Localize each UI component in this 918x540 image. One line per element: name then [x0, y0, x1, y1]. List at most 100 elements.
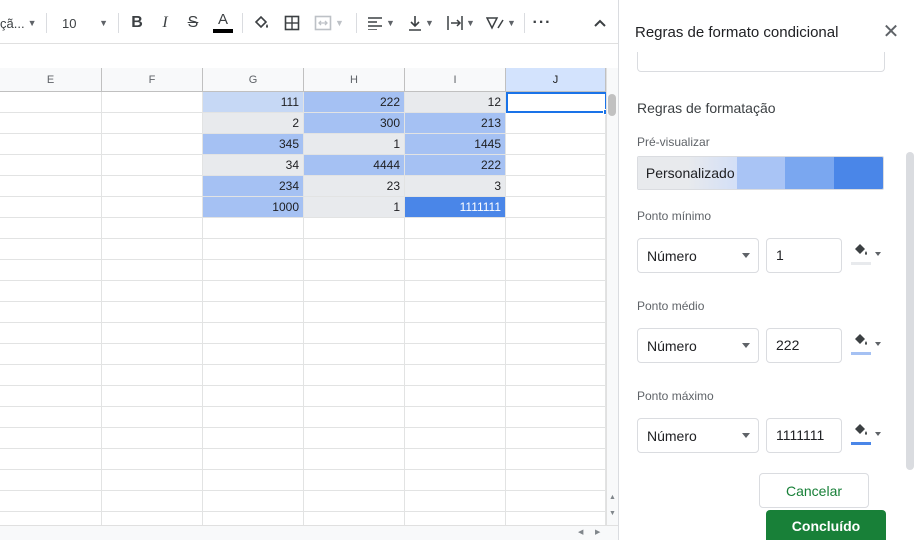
scroll-down-arrow-icon[interactable]: ▼ — [609, 510, 616, 517]
collapse-toolbar-icon[interactable] — [588, 10, 612, 36]
text-color-glyph: A — [217, 11, 228, 28]
chevron-down-icon — [742, 343, 750, 348]
panel-scrollbar[interactable] — [906, 152, 914, 470]
mid-point-type-select[interactable]: Número — [637, 328, 759, 363]
column-header-f[interactable]: F — [102, 68, 203, 92]
min-point-color-picker[interactable] — [849, 240, 885, 270]
conditional-format-panel: Regras de formato condicional ✕ Regras d… — [618, 0, 918, 540]
max-point-label: Ponto máximo — [637, 389, 714, 403]
scroll-left-arrow-icon[interactable]: ◀ — [578, 528, 583, 536]
font-family-select[interactable]: çã... ▼ — [0, 10, 40, 36]
chevron-down-icon: ▼ — [335, 18, 344, 28]
min-point-type-value: Número — [647, 247, 697, 264]
vertical-scroll-thumb[interactable] — [608, 94, 616, 116]
range-input-partial[interactable] — [637, 52, 885, 72]
app-root: çã... ▼ 10 ▼ B I S A ▼ ▼ ▼ ▼ ▼ ··· E F G… — [0, 0, 918, 540]
max-point-value-input[interactable]: 1111111 — [766, 418, 842, 453]
min-point-label: Ponto mínimo — [637, 209, 712, 223]
grid-cell[interactable]: 345 — [203, 134, 304, 155]
horizontal-scrollbar[interactable] — [0, 525, 618, 540]
chevron-down-icon: ▼ — [99, 18, 108, 28]
grid-cell[interactable]: 234 — [203, 176, 304, 197]
grid-cell[interactable]: 3 — [405, 176, 506, 197]
fill-color-icon — [855, 334, 867, 345]
fill-color-icon[interactable] — [250, 10, 274, 36]
grid-cell[interactable]: 2 — [203, 113, 304, 134]
grid-cell[interactable]: 1111111 — [405, 197, 506, 218]
min-point-value-input[interactable]: 1 — [766, 238, 842, 273]
font-size-value: 10 — [62, 15, 77, 31]
grid-cell[interactable]: 23 — [304, 176, 405, 197]
grid-cell[interactable]: 34 — [203, 155, 304, 176]
done-button[interactable]: Concluído — [766, 510, 886, 540]
column-header-h[interactable]: H — [304, 68, 405, 92]
merge-cells-icon[interactable]: ▼ — [310, 10, 348, 36]
toolbar-divider — [242, 13, 243, 33]
column-gridline — [101, 92, 102, 525]
color-scale-preview[interactable]: Personalizado — [637, 156, 884, 190]
toolbar: çã... ▼ 10 ▼ B I S A ▼ ▼ ▼ ▼ ▼ ··· — [0, 0, 618, 44]
chevron-down-icon: ▼ — [386, 18, 395, 28]
text-color-icon[interactable]: A — [210, 10, 236, 36]
preview-label: Pré-visualizar — [637, 135, 710, 149]
mid-point-label: Ponto médio — [637, 299, 705, 313]
column-header-j[interactable]: J — [506, 68, 606, 92]
chevron-down-icon: ▼ — [27, 18, 37, 28]
text-rotation-icon[interactable]: ▼ — [484, 10, 518, 36]
preview-segment — [736, 157, 786, 189]
selected-cell-outline[interactable] — [506, 92, 607, 113]
text-color-bar — [213, 29, 233, 33]
grid-cell[interactable]: 4444 — [304, 155, 405, 176]
format-rules-heading: Regras de formatação — [637, 100, 776, 116]
grid-cell[interactable]: 111 — [203, 92, 304, 113]
chevron-down-icon — [875, 342, 881, 346]
horizontal-align-icon[interactable]: ▼ — [364, 10, 398, 36]
column-header-i[interactable]: I — [405, 68, 506, 92]
bold-icon[interactable]: B — [126, 10, 148, 36]
borders-icon[interactable] — [280, 10, 304, 36]
min-point-type-select[interactable]: Número — [637, 238, 759, 273]
grid-cell[interactable]: 222 — [405, 155, 506, 176]
panel-title: Regras de formato condicional — [635, 24, 839, 41]
grid-cell[interactable]: 1000 — [203, 197, 304, 218]
scroll-up-arrow-icon[interactable]: ▲ — [609, 494, 616, 501]
max-point-color-picker[interactable] — [849, 420, 885, 450]
preview-segment — [785, 157, 835, 189]
mid-point-value-input[interactable]: 222 — [766, 328, 842, 363]
column-header-g[interactable]: G — [203, 68, 304, 92]
min-color-swatch — [851, 262, 871, 265]
chevron-down-icon — [742, 253, 750, 258]
toolbar-divider — [118, 13, 119, 33]
max-color-swatch — [851, 442, 871, 445]
grid-cell[interactable]: 213 — [405, 113, 506, 134]
grid-cell[interactable]: 222 — [304, 92, 405, 113]
grid-cell[interactable]: 12 — [405, 92, 506, 113]
font-size-select[interactable]: 10 ▼ — [54, 10, 112, 36]
grid-cell[interactable]: 1445 — [405, 134, 506, 155]
strikethrough-icon[interactable]: S — [182, 10, 204, 36]
italic-icon[interactable]: I — [154, 10, 176, 36]
chevron-down-icon — [875, 252, 881, 256]
fill-color-icon — [855, 424, 867, 435]
max-point-type-select[interactable]: Número — [637, 418, 759, 453]
chevron-down-icon: ▼ — [507, 18, 516, 28]
scroll-right-arrow-icon[interactable]: ▶ — [595, 528, 600, 536]
chevron-down-icon — [742, 433, 750, 438]
grid-cell[interactable]: 1 — [304, 134, 405, 155]
vertical-scrollbar[interactable] — [606, 68, 618, 526]
vertical-align-icon[interactable]: ▼ — [404, 10, 438, 36]
grid-cell[interactable]: 300 — [304, 113, 405, 134]
fill-color-icon — [855, 244, 867, 255]
close-icon[interactable]: ✕ — [881, 22, 901, 42]
font-family-value: çã... — [0, 15, 25, 31]
more-options-icon[interactable]: ··· — [530, 10, 554, 36]
grid-cell[interactable]: 1 — [304, 197, 405, 218]
mid-point-color-picker[interactable] — [849, 330, 885, 360]
column-header-e[interactable]: E — [0, 68, 102, 92]
max-point-type-value: Número — [647, 427, 697, 444]
text-wrap-icon[interactable]: ▼ — [444, 10, 478, 36]
chevron-down-icon: ▼ — [466, 18, 475, 28]
preview-text: Personalizado — [638, 157, 737, 189]
cancel-button[interactable]: Cancelar — [759, 473, 869, 508]
chevron-down-icon — [875, 432, 881, 436]
